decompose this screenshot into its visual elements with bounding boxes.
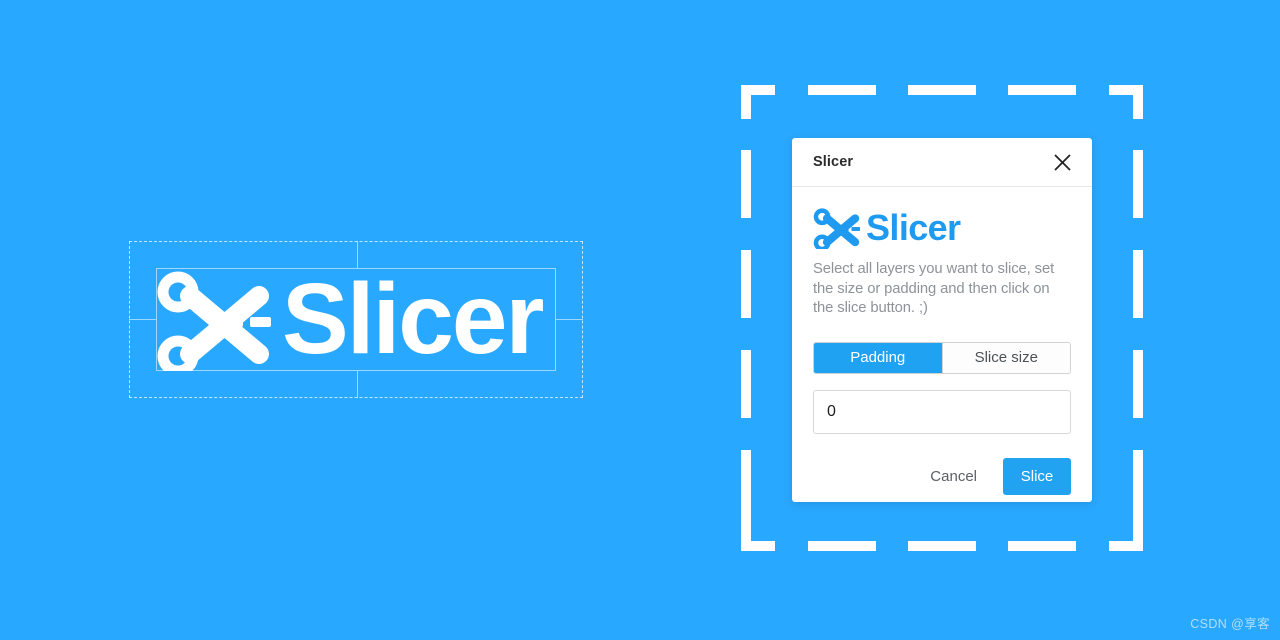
frame-dash-right-1	[1133, 150, 1143, 218]
frame-dash-right-4	[1133, 450, 1143, 518]
frame-dash-right-3	[1133, 350, 1143, 418]
value-input[interactable]	[813, 389, 1071, 434]
close-icon	[1053, 153, 1071, 171]
dialog-action-row: Cancel Slice	[813, 457, 1071, 513]
frame-dash-bottom-1	[808, 541, 876, 551]
frame-dash-left-3	[741, 350, 751, 418]
dialog-title: Slicer	[813, 154, 854, 170]
hero-logo: Slicer	[129, 241, 583, 398]
frame-dash-top-3	[1008, 85, 1076, 95]
frame-dash-top-2	[908, 85, 976, 95]
tab-padding[interactable]: Padding	[814, 342, 942, 373]
watermark: CSDN @享客	[1190, 617, 1270, 631]
hero-guide-tick-left	[129, 319, 156, 320]
hero-guide-tick-bottom	[357, 371, 358, 398]
slice-button[interactable]: Slice	[1003, 457, 1071, 495]
close-button[interactable]	[1049, 149, 1075, 175]
dialog-titlebar: Slicer	[792, 138, 1092, 187]
frame-dash-top-left-corner-v	[741, 85, 751, 119]
frame-dash-bottom-left-corner-v	[741, 517, 751, 551]
hero-guide-tick-right	[556, 319, 583, 320]
frame-dash-left-2	[741, 250, 751, 318]
frame-dash-top-right-corner-v	[1133, 85, 1143, 119]
mode-toggle-group: Padding Slice size	[813, 341, 1071, 374]
brand-lockup: Slicer	[813, 207, 1071, 249]
frame-dash-right-2	[1133, 250, 1143, 318]
frame-dash-bottom-2	[908, 541, 976, 551]
scissors-icon	[157, 271, 271, 371]
hero-mark: Slicer	[156, 268, 556, 371]
slicer-dialog: Slicer Slicer Select all layers you want…	[792, 138, 1092, 502]
scissors-icon	[813, 208, 861, 249]
frame-dash-top-1	[808, 85, 876, 95]
frame-dash-bottom-right-corner-v	[1133, 517, 1143, 551]
brand-name: Slicer	[866, 207, 961, 248]
frame-dash-left-4	[741, 450, 751, 518]
frame-dash-left-1	[741, 150, 751, 218]
hero-wordmark: Slicer	[282, 263, 544, 375]
frame-dash-bottom-3	[1008, 541, 1076, 551]
cancel-button[interactable]: Cancel	[918, 460, 989, 493]
dialog-description: Select all layers you want to slice, set…	[813, 261, 1055, 316]
tab-slice-size[interactable]: Slice size	[941, 342, 1070, 373]
dialog-body: Slicer Select all layers you want to sli…	[792, 187, 1092, 513]
